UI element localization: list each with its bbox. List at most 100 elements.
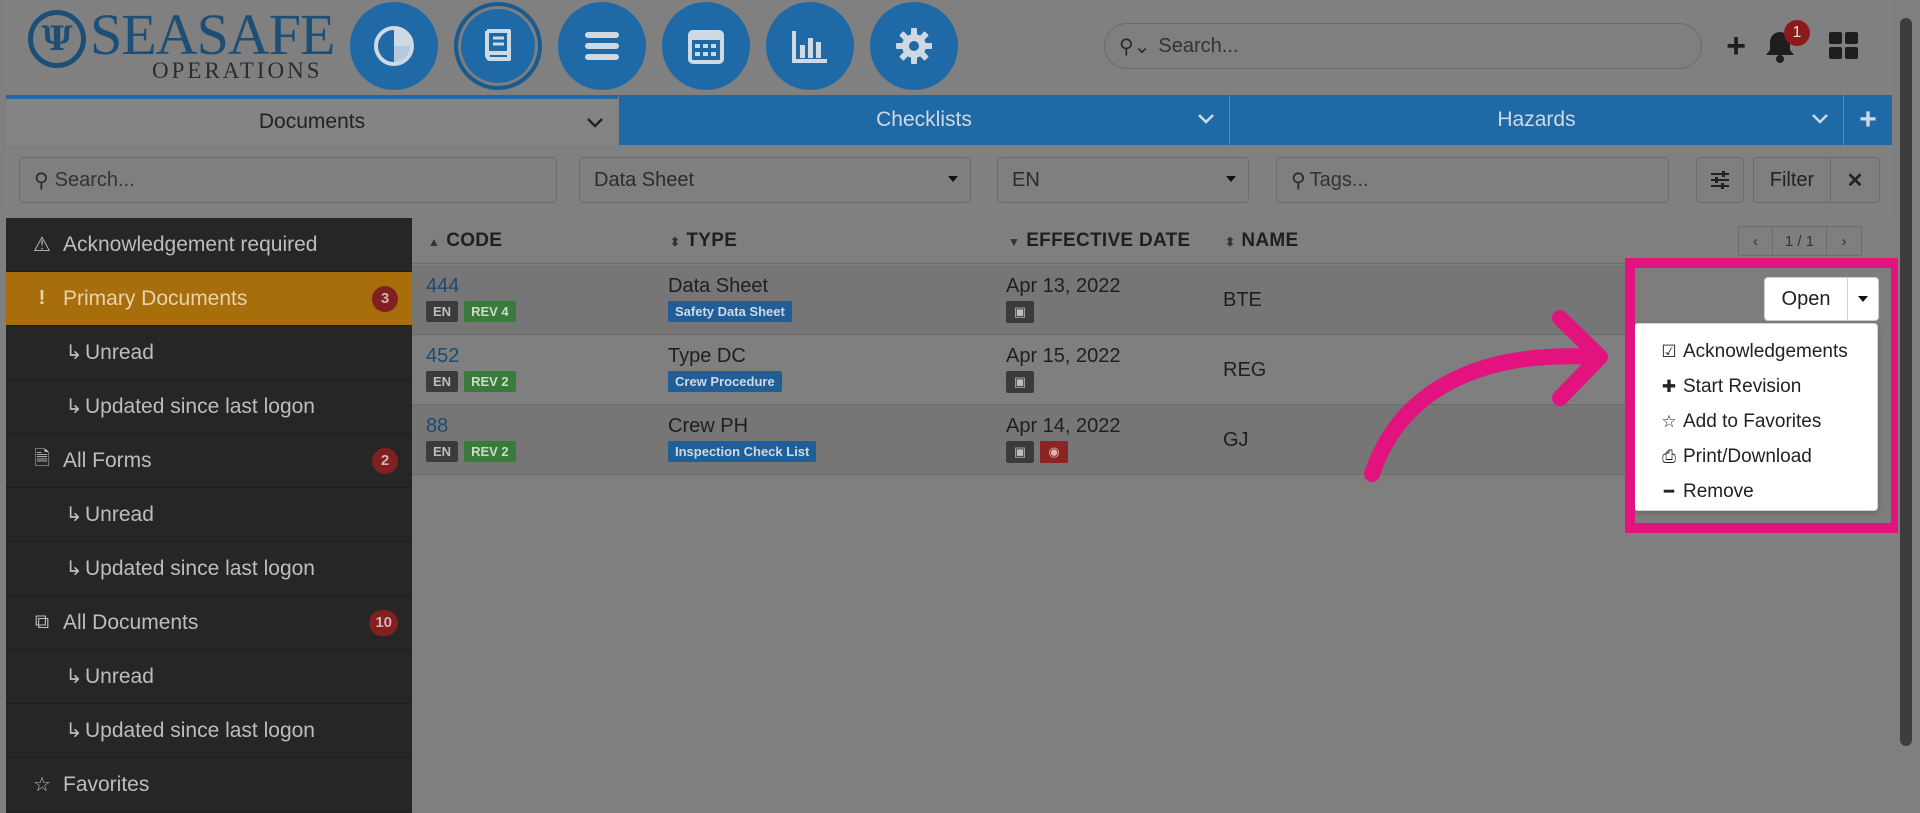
documents-nav-button[interactable] bbox=[454, 2, 542, 90]
file-icon: 🗎 bbox=[33, 447, 51, 470]
calendar-icon bbox=[688, 30, 724, 64]
app-window: Ψ SEASAFE OPERATIONS ⚲⌄ + 1 bbox=[0, 0, 1920, 813]
seasafe-logo[interactable]: Ψ SEASAFE OPERATIONS bbox=[28, 6, 335, 83]
sidebar-item-label: Updated since last logon bbox=[85, 556, 315, 580]
type-tag: Crew Procedure bbox=[668, 371, 782, 392]
sidebar-item-primary-documents[interactable]: ! Primary Documents 3 bbox=[6, 272, 412, 326]
column-header-name[interactable]: ⬍ NAME bbox=[1225, 230, 1299, 252]
chevron-down-icon[interactable] bbox=[1197, 109, 1215, 130]
advanced-filter-button[interactable] bbox=[1696, 157, 1744, 203]
sidebar-item-label: Favorites bbox=[63, 772, 150, 796]
sort-asc-icon: ▲ bbox=[428, 235, 441, 249]
global-search-input[interactable] bbox=[1158, 34, 1659, 58]
document-code-link[interactable]: 88 bbox=[426, 415, 448, 438]
sliders-icon bbox=[1711, 171, 1729, 189]
dashboard-nav-button[interactable] bbox=[350, 2, 438, 90]
document-type: Type DC bbox=[668, 345, 746, 367]
document-name: BTE bbox=[1223, 289, 1262, 311]
add-icon[interactable]: + bbox=[1716, 26, 1756, 66]
calendar-nav-button[interactable] bbox=[662, 2, 750, 90]
tab-checklists[interactable]: Checklists bbox=[619, 95, 1229, 145]
plus-icon: + bbox=[1859, 103, 1877, 136]
effective-date: Apr 15, 2022 bbox=[1006, 345, 1121, 367]
date-icons: ▣ bbox=[1006, 301, 1034, 323]
effective-date: Apr 14, 2022 bbox=[1006, 415, 1121, 437]
tab-hazards[interactable]: Hazards bbox=[1230, 95, 1843, 145]
type-select-value: Data Sheet bbox=[594, 168, 695, 191]
add-tab-button[interactable]: + bbox=[1844, 95, 1892, 145]
list-icon bbox=[585, 32, 619, 60]
subitem-arrow-icon: ↳ bbox=[65, 396, 83, 418]
document-type: Data Sheet bbox=[668, 275, 769, 297]
sidebar-item-updated-since-last-logon[interactable]: ↳ Updated since last logon bbox=[6, 704, 412, 758]
subitem-arrow-icon: ↳ bbox=[65, 666, 83, 688]
column-header-type[interactable]: ⬍ TYPE bbox=[670, 230, 737, 252]
page-indicator: 1 / 1 bbox=[1773, 227, 1827, 255]
count-badge: 10 bbox=[369, 609, 398, 636]
search-icon: ⚲ bbox=[1291, 169, 1306, 192]
sidebar-item-label: Updated since last logon bbox=[85, 394, 315, 418]
sidebar-item-updated-since-last-logon[interactable]: ↳ Updated since last logon bbox=[6, 380, 412, 434]
settings-nav-button[interactable] bbox=[870, 2, 958, 90]
code-tags: EN REV 2 bbox=[426, 371, 516, 392]
search-icon: ⚲⌄ bbox=[1119, 35, 1151, 58]
gear-icon bbox=[896, 28, 932, 64]
tab-documents[interactable]: Documents bbox=[6, 95, 618, 145]
brand-subtitle: OPERATIONS bbox=[152, 58, 323, 83]
sidebar-item-unread[interactable]: ↳ Unread bbox=[6, 488, 412, 542]
clear-filter-button[interactable]: ✕ bbox=[1830, 157, 1880, 203]
document-name: REG bbox=[1223, 359, 1267, 381]
annotation-arrow-icon bbox=[1364, 310, 1608, 482]
highlight-box bbox=[1625, 258, 1901, 533]
sidebar-item-unread[interactable]: ↳ Unread bbox=[6, 326, 412, 380]
language-tag: EN bbox=[426, 301, 459, 322]
type-tags: Inspection Check List bbox=[668, 441, 817, 462]
document-search[interactable]: ⚲ bbox=[19, 157, 557, 203]
document-search-input[interactable] bbox=[54, 168, 525, 192]
column-header-code[interactable]: ▲ CODE bbox=[428, 230, 502, 252]
subitem-arrow-icon: ↳ bbox=[65, 558, 83, 580]
sidebar-item-favorites[interactable]: ☆ Favorites bbox=[6, 758, 412, 812]
code-tags: EN REV 4 bbox=[426, 301, 516, 322]
document-code-link[interactable]: 452 bbox=[426, 345, 459, 368]
document-type: Crew PH bbox=[668, 415, 749, 437]
sidebar-item-label: Primary Documents bbox=[63, 286, 248, 310]
sidebar-item-unread[interactable]: ↳ Unread bbox=[6, 650, 412, 704]
language-tag: EN bbox=[426, 371, 459, 392]
chevron-down-icon[interactable] bbox=[1811, 109, 1829, 130]
tags-input[interactable] bbox=[1309, 168, 1649, 192]
sort-icon: ⬍ bbox=[670, 235, 681, 249]
apps-grid-icon[interactable] bbox=[1824, 26, 1864, 66]
sidebar-item-label: Updated since last logon bbox=[85, 718, 315, 742]
tab-label: Hazards bbox=[1497, 108, 1576, 131]
type-select[interactable]: Data Sheet bbox=[579, 157, 971, 203]
column-label: TYPE bbox=[686, 230, 738, 251]
chevron-down-icon[interactable] bbox=[586, 113, 604, 134]
code-tags: EN REV 2 bbox=[426, 441, 516, 462]
reports-nav-button[interactable] bbox=[766, 2, 854, 90]
document-name: GJ bbox=[1223, 429, 1249, 451]
sort-desc-icon: ▼ bbox=[1008, 235, 1021, 249]
warning-icon: ⚠ bbox=[33, 234, 51, 256]
caret-down-icon bbox=[948, 176, 958, 182]
sidebar-item-all-forms[interactable]: 🗎 All Forms 2 bbox=[6, 434, 412, 488]
sidebar-item-label: Unread bbox=[85, 340, 154, 364]
document-code-link[interactable]: 444 bbox=[426, 275, 459, 298]
sidebar-item-updated-since-last-logon[interactable]: ↳ Updated since last logon bbox=[6, 542, 412, 596]
next-page-button[interactable]: › bbox=[1827, 227, 1861, 255]
prev-page-button[interactable]: ‹ bbox=[1739, 227, 1773, 255]
subitem-arrow-icon: ↳ bbox=[65, 342, 83, 364]
filter-button[interactable]: Filter bbox=[1753, 157, 1831, 203]
type-tag: Inspection Check List bbox=[668, 441, 817, 462]
revision-tag: REV 4 bbox=[464, 301, 516, 322]
global-search[interactable]: ⚲⌄ bbox=[1104, 23, 1702, 69]
page-scrollbar-thumb[interactable] bbox=[1900, 18, 1912, 746]
language-select[interactable]: EN bbox=[997, 157, 1249, 203]
calendar-check-icon: ▣ bbox=[1006, 301, 1034, 323]
date-icons: ▣ bbox=[1006, 371, 1034, 393]
column-header-effective-date[interactable]: ▼ EFFECTIVE DATE bbox=[1008, 230, 1191, 252]
sidebar-item-acknowledgement-required[interactable]: ⚠ Acknowledgement required bbox=[6, 218, 412, 272]
menu-nav-button[interactable] bbox=[558, 2, 646, 90]
sidebar-item-all-documents[interactable]: ⧉ All Documents 10 bbox=[6, 596, 412, 650]
tags-filter[interactable]: ⚲ bbox=[1276, 157, 1669, 203]
